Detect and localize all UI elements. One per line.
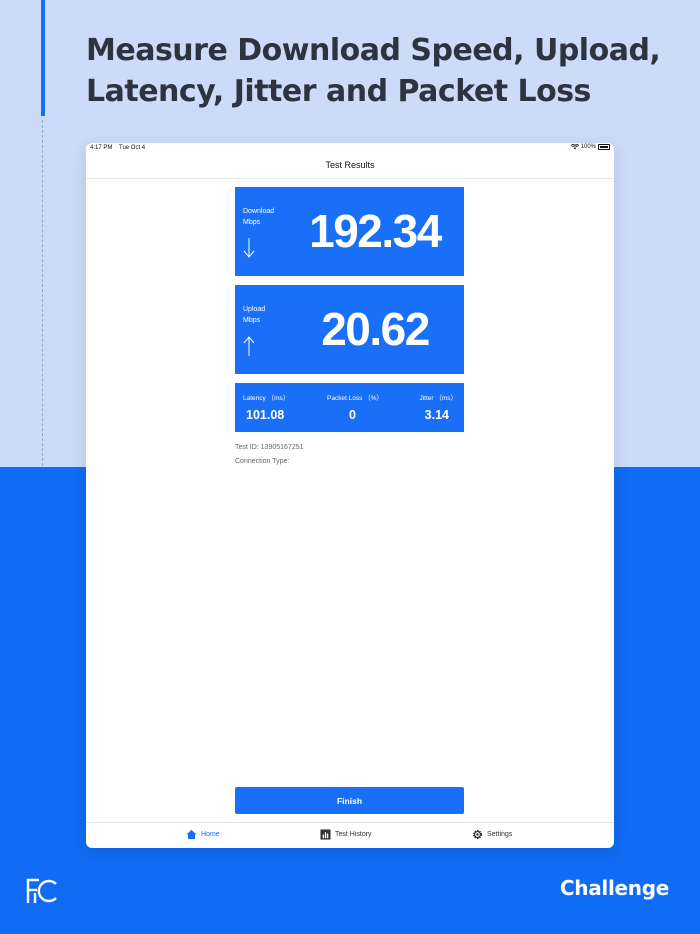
packet-loss-label: Packet Loss （%） (327, 395, 383, 402)
status-date: Tue Oct 4 (119, 145, 146, 151)
wifi-icon (570, 144, 579, 150)
test-id: Test ID: 13905167251 (235, 444, 304, 451)
download-card: Download Mbps 192.34 (235, 187, 464, 276)
tab-home[interactable]: Home (186, 829, 220, 840)
tab-history-label: Test History (335, 831, 372, 838)
jitter-value: 3.14 (424, 408, 449, 422)
nav-divider (86, 178, 614, 179)
arrow-up-icon (243, 336, 255, 356)
brand-logo: Challenge (559, 876, 669, 900)
battery-icon (598, 144, 610, 150)
connection-type: Connection Type: (235, 458, 290, 465)
upload-label: Upload (243, 306, 266, 313)
fc-logo (26, 878, 57, 903)
download-value: 192.34 (309, 205, 442, 257)
device-screen: 4:17 PM Tue Oct 4 100% Test Results Down… (86, 143, 614, 848)
jitter-label: Jitter （ms） (419, 395, 457, 402)
tab-settings[interactable]: Settings (472, 829, 512, 840)
tab-test-history[interactable]: Test History (320, 829, 372, 840)
gear-icon (473, 830, 482, 839)
dashed-guide-line (42, 120, 43, 466)
headline: Measure Download Speed, Upload, Latency,… (86, 33, 661, 109)
home-icon (186, 829, 197, 840)
latency-label: Latency （ms） (243, 395, 290, 402)
bar-chart-icon (320, 829, 331, 840)
finish-button[interactable]: Finish (235, 787, 464, 814)
upload-unit: Mbps (243, 317, 261, 324)
battery-percent: 100% (580, 144, 596, 150)
upload-card: Upload Mbps 20.62 (235, 285, 464, 374)
tab-bar-divider (86, 822, 614, 823)
tab-settings-label: Settings (487, 831, 513, 838)
status-right: 100% (570, 144, 610, 150)
latency-value: 101.08 (246, 408, 285, 422)
tab-home-label: Home (201, 831, 220, 838)
packet-loss-value: 0 (349, 408, 356, 422)
page-title: Test Results (325, 160, 375, 170)
status-bar: 4:17 PM Tue Oct 4 100% (86, 143, 614, 155)
upload-value: 20.62 (321, 303, 430, 355)
status-time: 4:17 PM (90, 145, 113, 151)
download-label: Download (243, 208, 275, 215)
accent-bar (41, 0, 45, 116)
download-unit: Mbps (243, 219, 261, 226)
arrow-down-icon (243, 238, 255, 258)
stats-card: Latency （ms） Packet Loss （%） Jitter （ms）… (235, 383, 464, 432)
